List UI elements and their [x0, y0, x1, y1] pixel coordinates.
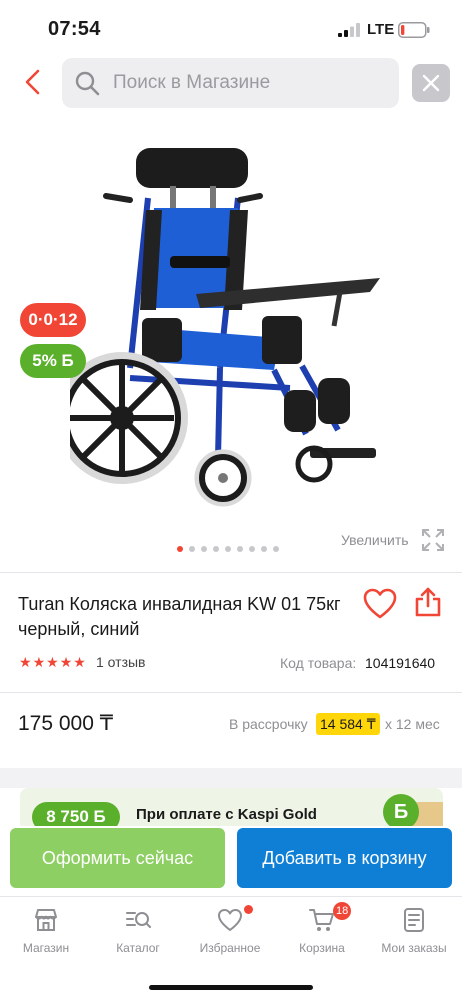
status-time: 07:54: [48, 18, 101, 40]
clear-search-button[interactable]: [412, 64, 450, 102]
chevron-left-icon[interactable]: [22, 68, 46, 96]
zoom-label[interactable]: Увеличить: [341, 532, 409, 548]
pagination-dot[interactable]: [189, 546, 195, 552]
battery-icon: [398, 22, 430, 38]
search-input[interactable]: Поиск в Магазине: [62, 58, 399, 108]
cart-count-badge: 18: [333, 902, 352, 920]
product-price: 175 000 ₸: [18, 712, 114, 735]
star-icon: ★: [73, 654, 86, 670]
product-title: Turan Коляска инвалидная KW 01 75кг черн…: [18, 594, 341, 639]
add-to-cart-button[interactable]: Добавить в корзину: [237, 828, 452, 888]
notification-dot: [244, 905, 253, 914]
heart-icon: [218, 909, 242, 931]
tab-label: Корзина: [299, 941, 345, 955]
tab-label: Избранное: [199, 941, 261, 955]
bonus-badge: 5% Б: [20, 344, 86, 378]
divider: [0, 572, 462, 573]
expand-icon[interactable]: [421, 528, 445, 552]
store-icon: [35, 909, 57, 931]
pagination-dot[interactable]: [249, 546, 255, 552]
close-icon: [422, 74, 440, 92]
promo-bonus-amount: 8 750 Б: [32, 802, 120, 828]
installment-amount: 14 584 ₸: [316, 713, 380, 735]
orders-icon: [404, 908, 424, 932]
tab-label: Мои заказы: [381, 941, 447, 955]
tab-bar: Магазин Каталог Избранное 18 Корзина Мои…: [0, 896, 462, 999]
divider: [0, 692, 462, 693]
tab-label: Магазин: [22, 941, 70, 955]
tab-label: Каталог: [116, 941, 160, 955]
signal-icon: [338, 23, 360, 37]
catalog-search-icon: [126, 912, 151, 928]
bonus-coin-icon: Б: [383, 794, 419, 828]
tab-catalog[interactable]: Каталог: [92, 897, 184, 967]
tab-orders[interactable]: Мои заказы: [368, 897, 460, 967]
search-placeholder: Поиск в Магазине: [113, 72, 271, 93]
action-bar: Оформить сейчас Добавить в корзину: [0, 826, 462, 896]
product-code-label: Код товара:: [280, 655, 357, 671]
cart-icon: [309, 909, 334, 931]
star-icon: ★: [19, 654, 32, 670]
kaspi-gold-promo[interactable]: 8 750 Б При оплате с Kaspi Gold Б: [20, 788, 443, 828]
tab-store[interactable]: Магазин: [0, 897, 92, 967]
installment-badge: 0·0·12: [20, 303, 86, 337]
star-icon: ★: [59, 654, 73, 670]
installment-term: х 12 мес: [385, 716, 440, 732]
search-header: Поиск в Магазине: [0, 56, 462, 112]
status-bar: 07:54 LTE: [0, 0, 462, 56]
share-icon[interactable]: [414, 586, 442, 618]
star-icon: ★: [32, 654, 46, 670]
product-image[interactable]: [70, 138, 390, 510]
tab-favorites[interactable]: Избранное: [184, 897, 276, 967]
buy-now-button[interactable]: Оформить сейчас: [10, 828, 225, 888]
search-icon: [75, 71, 100, 96]
pagination-dot[interactable]: [213, 546, 219, 552]
rating-stars: ★ ★ ★ ★ ★: [19, 655, 86, 669]
reviews-link[interactable]: 1 отзыв: [96, 654, 146, 670]
network-label: LTE: [367, 21, 395, 38]
star-icon: ★: [46, 654, 59, 670]
section-separator: [0, 768, 462, 788]
favorite-heart-icon[interactable]: [363, 588, 397, 620]
installment-label: В рассрочку: [229, 716, 308, 732]
promo-text: При оплате с Kaspi Gold: [136, 806, 317, 823]
pagination-dot[interactable]: [177, 546, 183, 552]
pagination-dot[interactable]: [261, 546, 267, 552]
pagination-dot[interactable]: [225, 546, 231, 552]
product-code-value: 104191640: [365, 655, 436, 671]
pagination-dot[interactable]: [237, 546, 243, 552]
pagination-dot[interactable]: [273, 546, 279, 552]
tab-cart[interactable]: 18 Корзина: [276, 897, 368, 967]
gallery-pagination[interactable]: [177, 546, 279, 554]
pagination-dot[interactable]: [201, 546, 207, 552]
home-indicator[interactable]: [149, 985, 313, 990]
